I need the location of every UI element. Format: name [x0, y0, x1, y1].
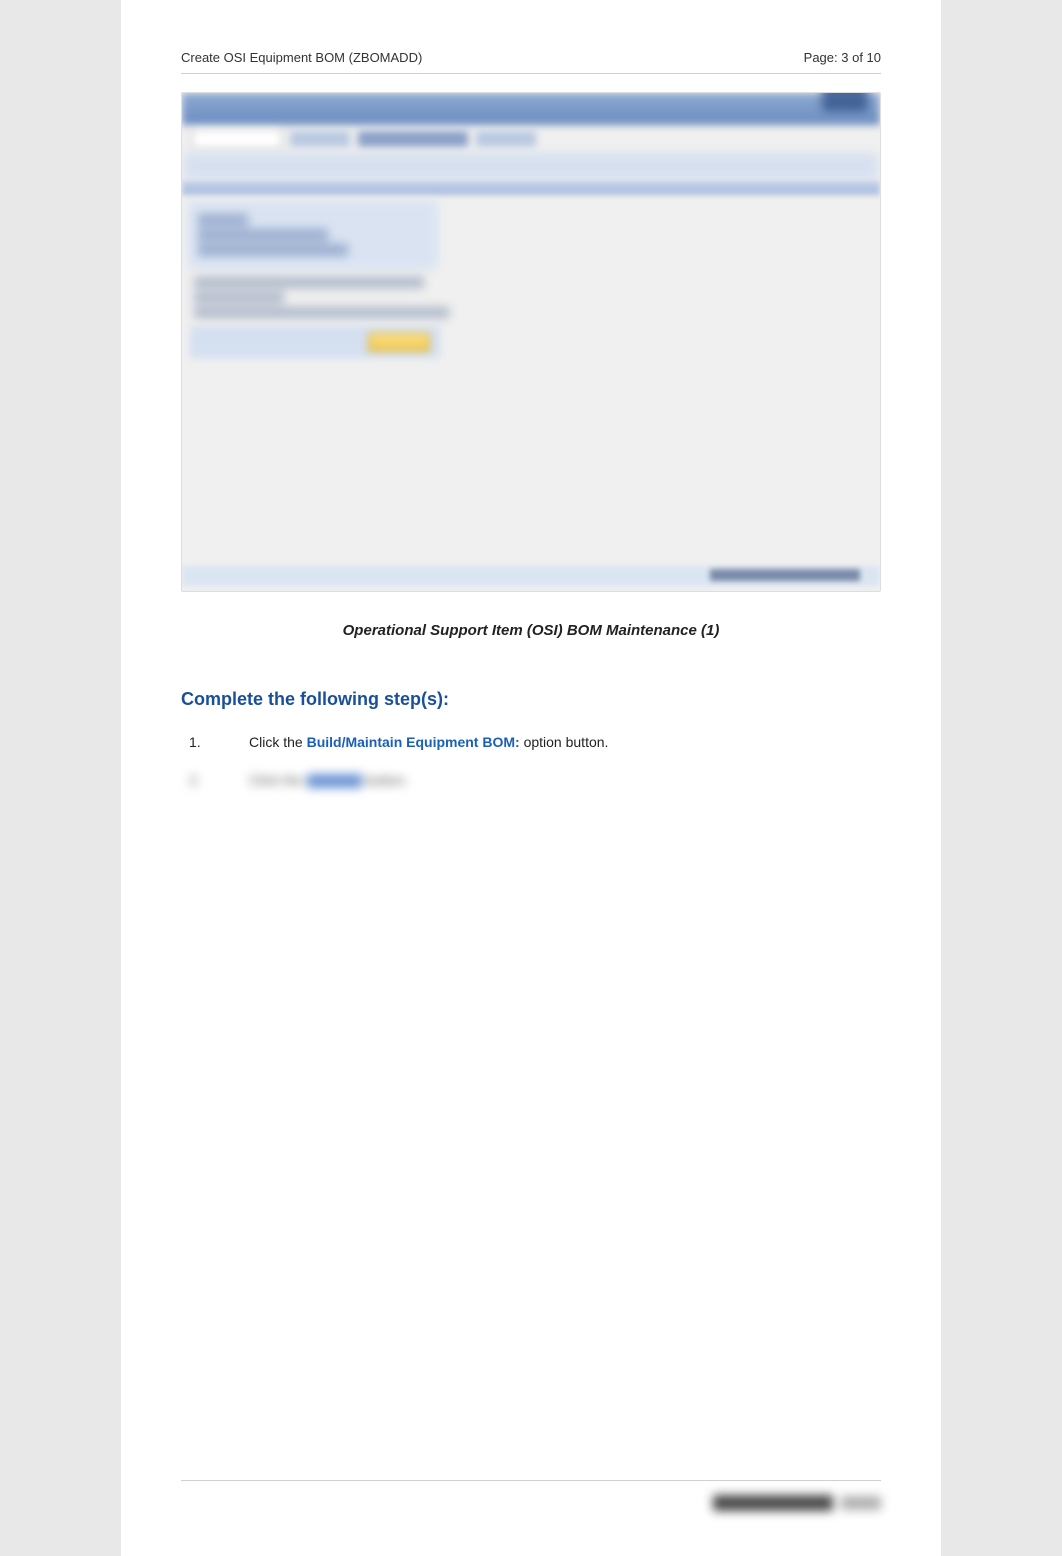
- sap-screen-subtitle: [184, 153, 878, 179]
- sap-text-line: [194, 277, 424, 288]
- step-text: Click the button.: [249, 772, 881, 788]
- sap-status-bar: [182, 566, 880, 586]
- step-text-post: button.: [365, 772, 408, 788]
- sap-instruction-text: [194, 277, 868, 318]
- page-footer: [181, 1480, 881, 1516]
- step-text-post: option button.: [524, 734, 609, 750]
- sap-status-info: [710, 569, 860, 581]
- sap-action-row: [190, 326, 440, 358]
- header-title: Create OSI Equipment BOM (ZBOMADD): [181, 50, 422, 65]
- sap-transaction-input: [192, 129, 282, 149]
- embedded-screenshot: [181, 92, 881, 592]
- step-text-pre: Click the: [249, 772, 307, 788]
- sap-options-panel: [188, 201, 438, 269]
- sap-text-line: [194, 307, 449, 318]
- page-indicator: Page: 3 of 10: [804, 50, 881, 65]
- sap-execute-button: [368, 332, 430, 352]
- step-text: Click the Build/Maintain Equipment BOM: …: [249, 734, 881, 750]
- sap-toolbar-row: [192, 129, 870, 149]
- figure-caption: Operational Support Item (OSI) BOM Maint…: [181, 622, 881, 639]
- steps-heading: Complete the following step(s):: [181, 689, 881, 710]
- step-text-pre: Click the: [249, 734, 307, 750]
- page-header: Create OSI Equipment BOM (ZBOMADD) Page:…: [181, 50, 881, 74]
- sap-window-titlebar: [182, 93, 880, 125]
- sap-option-row: [198, 244, 348, 256]
- footer-content: [713, 1495, 881, 1511]
- sap-option-row: [198, 229, 328, 241]
- sap-toolbar-segment: [358, 131, 468, 147]
- sap-toolbar-segment: [476, 131, 536, 147]
- step-number: 1.: [189, 734, 209, 750]
- step-item-blurred: 2. Click the button.: [189, 772, 881, 788]
- sap-divider-bar: [182, 181, 880, 195]
- sap-logo-icon: [822, 92, 868, 111]
- sap-text-line: [194, 292, 284, 303]
- document-page: Create OSI Equipment BOM (ZBOMADD) Page:…: [121, 0, 941, 1556]
- step-link: Build/Maintain Equipment BOM:: [307, 734, 524, 750]
- sap-panel-heading: [198, 214, 248, 226]
- step-link-blurred: [307, 774, 362, 788]
- step-list: 1. Click the Build/Maintain Equipment BO…: [181, 734, 881, 788]
- sap-toolbar-segment: [290, 131, 350, 147]
- footer-branding: [713, 1495, 833, 1511]
- step-number: 2.: [189, 772, 209, 788]
- footer-meta: [841, 1496, 881, 1510]
- sap-body-blank: [182, 366, 880, 566]
- step-item: 1. Click the Build/Maintain Equipment BO…: [189, 734, 881, 750]
